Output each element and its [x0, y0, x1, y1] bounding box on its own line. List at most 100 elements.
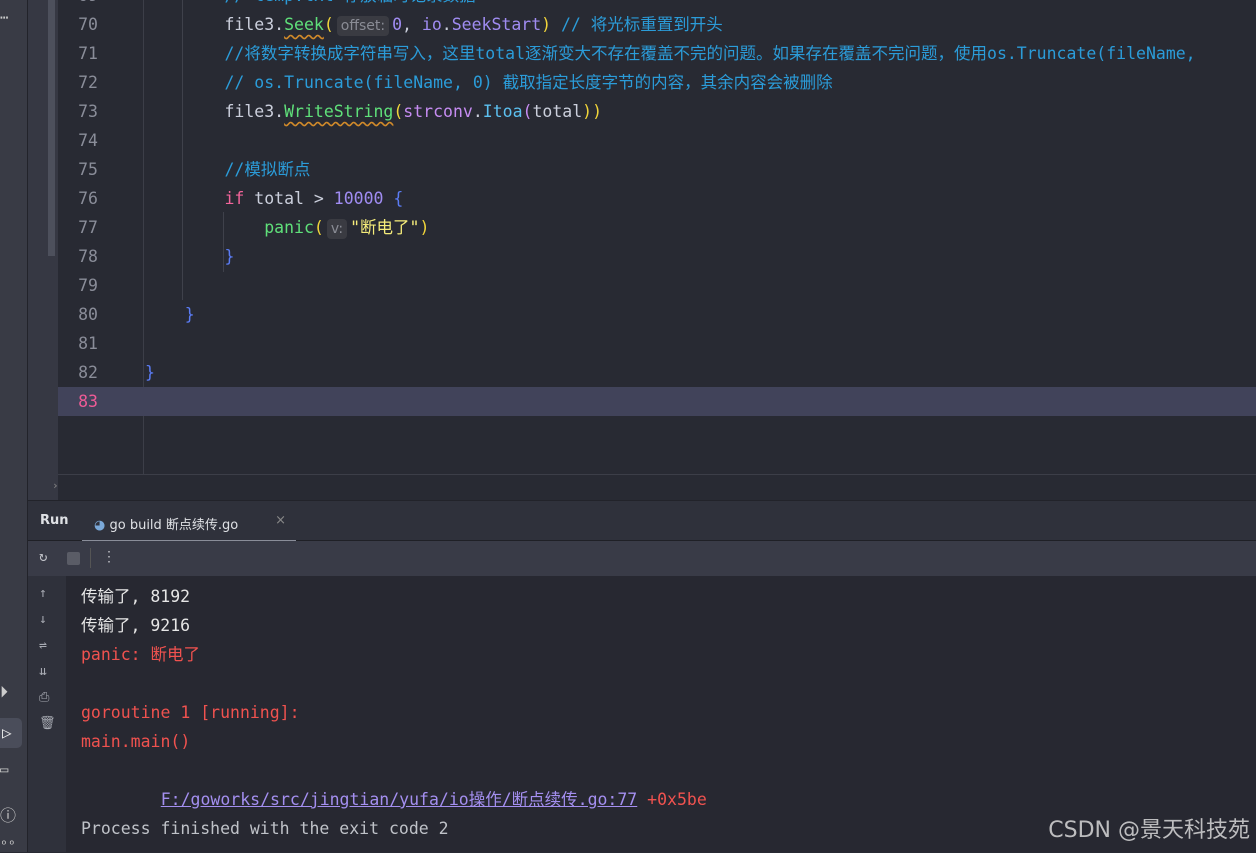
soft-wrap-icon[interactable]: ⇌: [39, 638, 47, 653]
code-token: }: [145, 363, 155, 382]
parameter-hint: offset:: [336, 16, 390, 36]
code-token: }: [145, 305, 195, 324]
code-line[interactable]: 76 if total > 10000 {: [58, 184, 1256, 213]
console-line: panic: 断电了: [81, 645, 201, 664]
line-number: 71: [78, 44, 98, 63]
code-token: panic: [264, 218, 314, 237]
activity-bar: ⋯ ⏵ ▷ ▭ ⓘ ᵒᵒ: [0, 0, 28, 853]
code-token: WriteString: [284, 102, 394, 121]
stop-icon[interactable]: [67, 552, 80, 565]
print-icon[interactable]: ⎙: [39, 690, 49, 705]
line-number: 83: [78, 392, 98, 411]
up-arrow-icon[interactable]: ↑: [39, 586, 47, 601]
console-line: goroutine 1 [running]:: [81, 703, 300, 722]
services-icon[interactable]: ⏵: [0, 682, 8, 702]
problems-icon[interactable]: ⓘ: [0, 802, 16, 826]
source-link[interactable]: F:/goworks/src/jingtian/yufa/io操作/断点续传.g…: [161, 790, 638, 809]
line-number: 74: [78, 131, 98, 150]
code-line[interactable]: 71 //将数字转换成字符串写入，这里total逐渐变大不存在覆盖不完的问题。如…: [58, 39, 1256, 68]
code-token: (: [522, 102, 533, 121]
line-number: 69: [58, 0, 98, 10]
code-token: Itoa: [482, 102, 523, 121]
scrollbar[interactable]: [48, 0, 55, 256]
code-line[interactable]: 72 // os.Truncate(fileName, 0) 截取指定长度字节的…: [58, 68, 1256, 97]
chevron-icon: ›: [52, 479, 59, 492]
code-token: file3.: [145, 15, 285, 34]
code-token: Seek: [284, 15, 324, 34]
line-number: 73: [78, 102, 98, 121]
code-text: }: [145, 300, 195, 329]
rerun-icon[interactable]: ↻: [39, 549, 47, 565]
code-editor[interactable]: 69 // temp.txt 存放临时记录数据 70 file3.Seek ( off…: [58, 0, 1256, 474]
code-token: (: [313, 218, 324, 237]
gopher-run-icon: ◕: [94, 518, 106, 533]
run-panel-title: Run: [40, 513, 69, 528]
left-gutter: [28, 0, 58, 500]
code-text: }: [145, 242, 234, 271]
parameter-hint: v:: [326, 219, 348, 239]
trace-offset: +0x5be: [637, 790, 707, 809]
toolbar-divider: [90, 548, 91, 568]
code-text: file3.WriteString(strconv.Itoa(total)): [145, 97, 602, 126]
console-line: 传输了, 9216: [81, 616, 191, 635]
console-output[interactable]: 传输了, 8192 传输了, 9216 panic: 断电了 goroutine 1 …: [66, 576, 1256, 852]
line-number: 80: [78, 305, 98, 324]
code-token: }: [145, 247, 235, 266]
code-token: if: [224, 189, 245, 208]
code-token: // 将光标重置到开头: [551, 15, 723, 34]
editor-breadcrumb-strip: ›: [52, 474, 1256, 500]
code-line[interactable]: 74: [58, 126, 1256, 155]
line-number: 78: [78, 247, 98, 266]
code-text: file3.Seek(offset: 0, io.SeekStart) // 将光…: [145, 10, 723, 41]
terminal-icon[interactable]: ▭: [0, 762, 8, 778]
code-line[interactable]: 70 file3.Seek(offset: 0, io.SeekStart) //…: [58, 10, 1256, 39]
run-icon[interactable]: ▷: [0, 718, 22, 748]
code-token: .: [441, 15, 452, 34]
stack-trace-line: F:/goworks/src/jingtian/yufa/io操作/断点续传.g…: [121, 756, 707, 843]
code-line[interactable]: 78 }: [58, 242, 1256, 271]
tab-label: go build 断点续传.go: [109, 518, 239, 533]
code-token: ): [541, 15, 552, 34]
tab-go-build[interactable]: ◕ go build 断点续传.go ×: [82, 501, 296, 542]
code-line[interactable]: 77 panic(v: "断电了"): [58, 213, 1256, 242]
code-line[interactable]: 73 file3.WriteString(strconv.Itoa(total)…: [58, 97, 1256, 126]
code-text: // os.Truncate(fileName, 0) 截取指定长度字节的内容，…: [145, 68, 832, 97]
watermark: CSDN @景天科技苑: [1048, 818, 1250, 843]
close-tab-icon[interactable]: ×: [275, 513, 286, 528]
more-options-icon[interactable]: ⋮: [102, 549, 116, 565]
line-number: 77: [78, 218, 98, 237]
code-token: ): [419, 218, 430, 237]
code-token: (: [393, 102, 404, 121]
line-number: 70: [78, 15, 98, 34]
code-token: total >: [244, 189, 334, 208]
console-line: 传输了, 8192: [81, 587, 191, 606]
line-number: 75: [78, 160, 98, 179]
line-number: 82: [78, 363, 98, 382]
code-token: "断电了": [350, 218, 420, 237]
code-token: {: [383, 189, 404, 208]
code-line[interactable]: 80 }: [58, 300, 1256, 329]
code-token: //模拟断点: [145, 160, 311, 179]
code-token: //将数字转换成字符串写入，这里total逐渐变大不存在覆盖不完的问题。如果存在…: [145, 44, 1196, 63]
code-line[interactable]: 81: [58, 329, 1256, 358]
code-line[interactable]: 79: [58, 271, 1256, 300]
code-token: strconv: [403, 102, 473, 121]
code-line[interactable]: 82}: [58, 358, 1256, 387]
down-arrow-icon[interactable]: ↓: [39, 612, 47, 627]
code-line[interactable]: 69 // temp.txt 存放临时记录数据: [58, 0, 1256, 10]
code-token: )): [582, 102, 603, 121]
code-token: io: [421, 15, 442, 34]
run-toolbar: ↻ ⋮: [28, 541, 1256, 576]
code-text: //将数字转换成字符串写入，这里total逐渐变大不存在覆盖不完的问题。如果存在…: [145, 39, 1196, 68]
code-text: }: [145, 358, 155, 387]
code-text: //模拟断点: [145, 155, 310, 184]
scroll-to-end-icon[interactable]: ⇊: [39, 664, 47, 679]
git-icon[interactable]: ᵒᵒ: [0, 838, 16, 853]
line-number: 79: [78, 276, 98, 295]
trash-icon[interactable]: 🗑: [39, 716, 56, 731]
code-token: SeekStart: [451, 15, 542, 34]
code-line[interactable]: 83: [58, 387, 1256, 416]
code-text: // temp.txt 存放临时记录数据: [145, 0, 475, 10]
more-icon[interactable]: ⋯: [0, 10, 8, 26]
code-line[interactable]: 75 //模拟断点: [58, 155, 1256, 184]
